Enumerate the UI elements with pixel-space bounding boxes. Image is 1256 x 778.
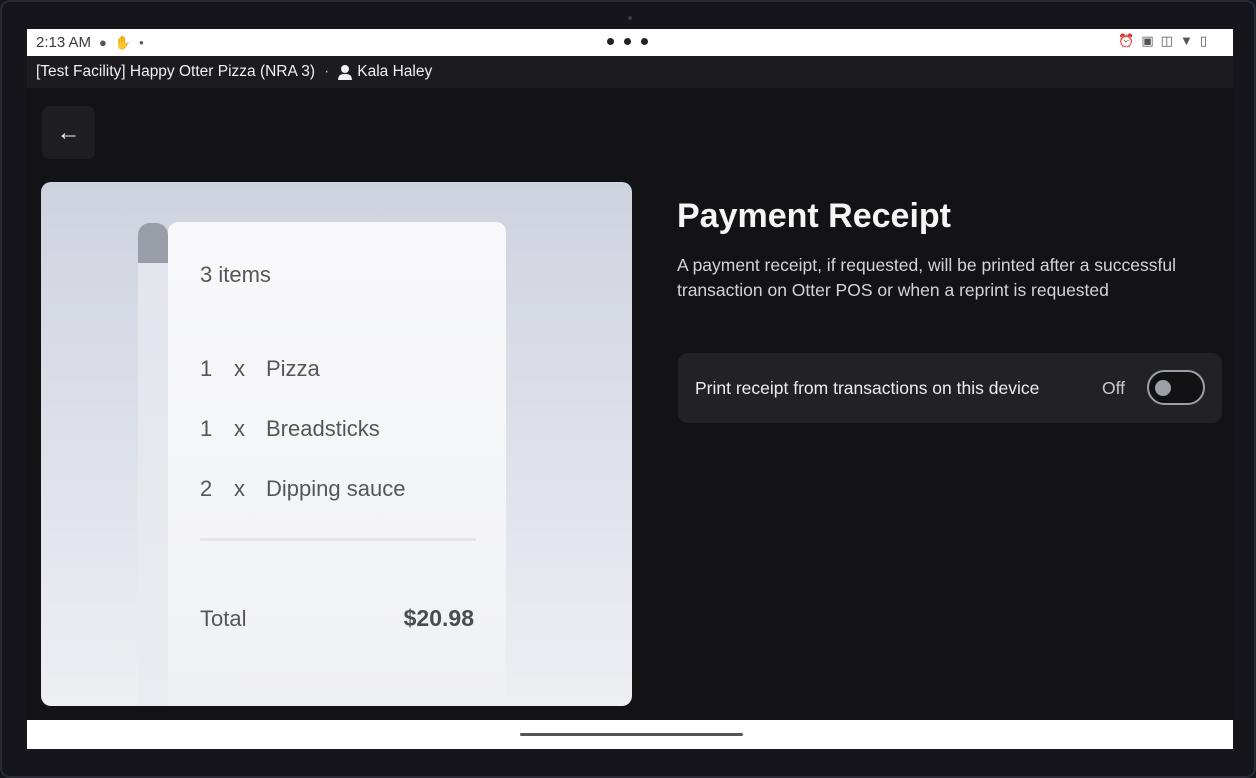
receipt-paper: 3 items 1 x Pizza 1 x Breadsticks 2 x Di… <box>168 222 506 706</box>
receipt-item-count: 3 items <box>200 262 271 287</box>
item-qty: 1 <box>200 356 213 381</box>
facility-bar: [Test Facility] Happy Otter Pizza (NRA 3… <box>27 56 1233 88</box>
page-description: A payment receipt, if requested, will be… <box>677 255 1177 300</box>
screen: 2:13 AM ● ✋ • ⏰ ▣ ◫ ▼ ▯ [Test Facility] … <box>27 29 1233 749</box>
tablet-frame: 2:13 AM ● ✋ • ⏰ ▣ ◫ ▼ ▯ [Test Facility] … <box>0 0 1256 778</box>
receipt-tab <box>138 223 168 263</box>
dot-icon <box>641 38 648 45</box>
receipt-total-value: $20.98 <box>403 605 474 631</box>
arrow-left-icon: ← <box>56 118 81 146</box>
user-name: Kala Haley <box>357 63 433 80</box>
user-icon <box>338 64 353 80</box>
print-receipt-setting[interactable]: Print receipt from transactions on this … <box>678 353 1222 423</box>
home-gesture-handle[interactable] <box>520 733 743 736</box>
receipt-line-item: 1 x Breadsticks <box>200 416 380 442</box>
item-times: x <box>234 416 245 441</box>
receipt-divider <box>200 538 476 541</box>
item-qty: 1 <box>200 416 213 441</box>
receipt-total-label: Total <box>200 606 247 631</box>
print-receipt-toggle[interactable] <box>1147 370 1205 405</box>
multitask-dots[interactable] <box>607 35 648 45</box>
status-icons: ⏰ ▣ ◫ ▼ ▯ <box>1118 33 1207 49</box>
facility-name: [Test Facility] Happy Otter Pizza (NRA 3… <box>36 63 316 80</box>
item-name: Dipping sauce <box>266 476 406 501</box>
navigation-bar <box>27 720 1233 749</box>
hand-icon: ✋ <box>114 34 132 50</box>
dot-icon: • <box>139 35 144 50</box>
status-time: 2:13 AM <box>36 34 92 51</box>
item-times: x <box>234 356 245 381</box>
separator: · <box>324 63 330 80</box>
back-button[interactable]: ← <box>42 106 95 159</box>
receipt-shadow <box>138 254 168 706</box>
alarm-icon: ⏰ <box>1118 33 1135 48</box>
receipt-line-item: 2 x Dipping sauce <box>200 476 405 502</box>
setting-label: Print receipt from transactions on this … <box>695 377 1040 398</box>
receipt-illustration: 3 items 1 x Pizza 1 x Breadsticks 2 x Di… <box>41 182 632 706</box>
dot-icon <box>624 38 631 45</box>
camera-dot <box>628 16 632 20</box>
item-name: Breadsticks <box>266 416 380 441</box>
dot-icon <box>607 38 614 45</box>
item-name: Pizza <box>266 356 320 381</box>
vibrate-icon: ◫ <box>1160 33 1173 48</box>
setting-state: Off <box>1101 377 1125 398</box>
status-bar: 2:13 AM ● ✋ • ⏰ ▣ ◫ ▼ ▯ <box>27 29 1233 56</box>
item-times: x <box>234 476 245 501</box>
check-circle-icon: ● <box>99 35 107 50</box>
battery-icon: ▯ <box>1199 33 1207 48</box>
page-title: Payment Receipt <box>677 197 951 235</box>
wifi-icon: ▼ <box>1179 33 1193 48</box>
toggle-knob <box>1155 380 1171 396</box>
cast-icon: ▣ <box>1141 33 1154 48</box>
item-qty: 2 <box>200 476 213 501</box>
receipt-line-item: 1 x Pizza <box>200 356 320 382</box>
